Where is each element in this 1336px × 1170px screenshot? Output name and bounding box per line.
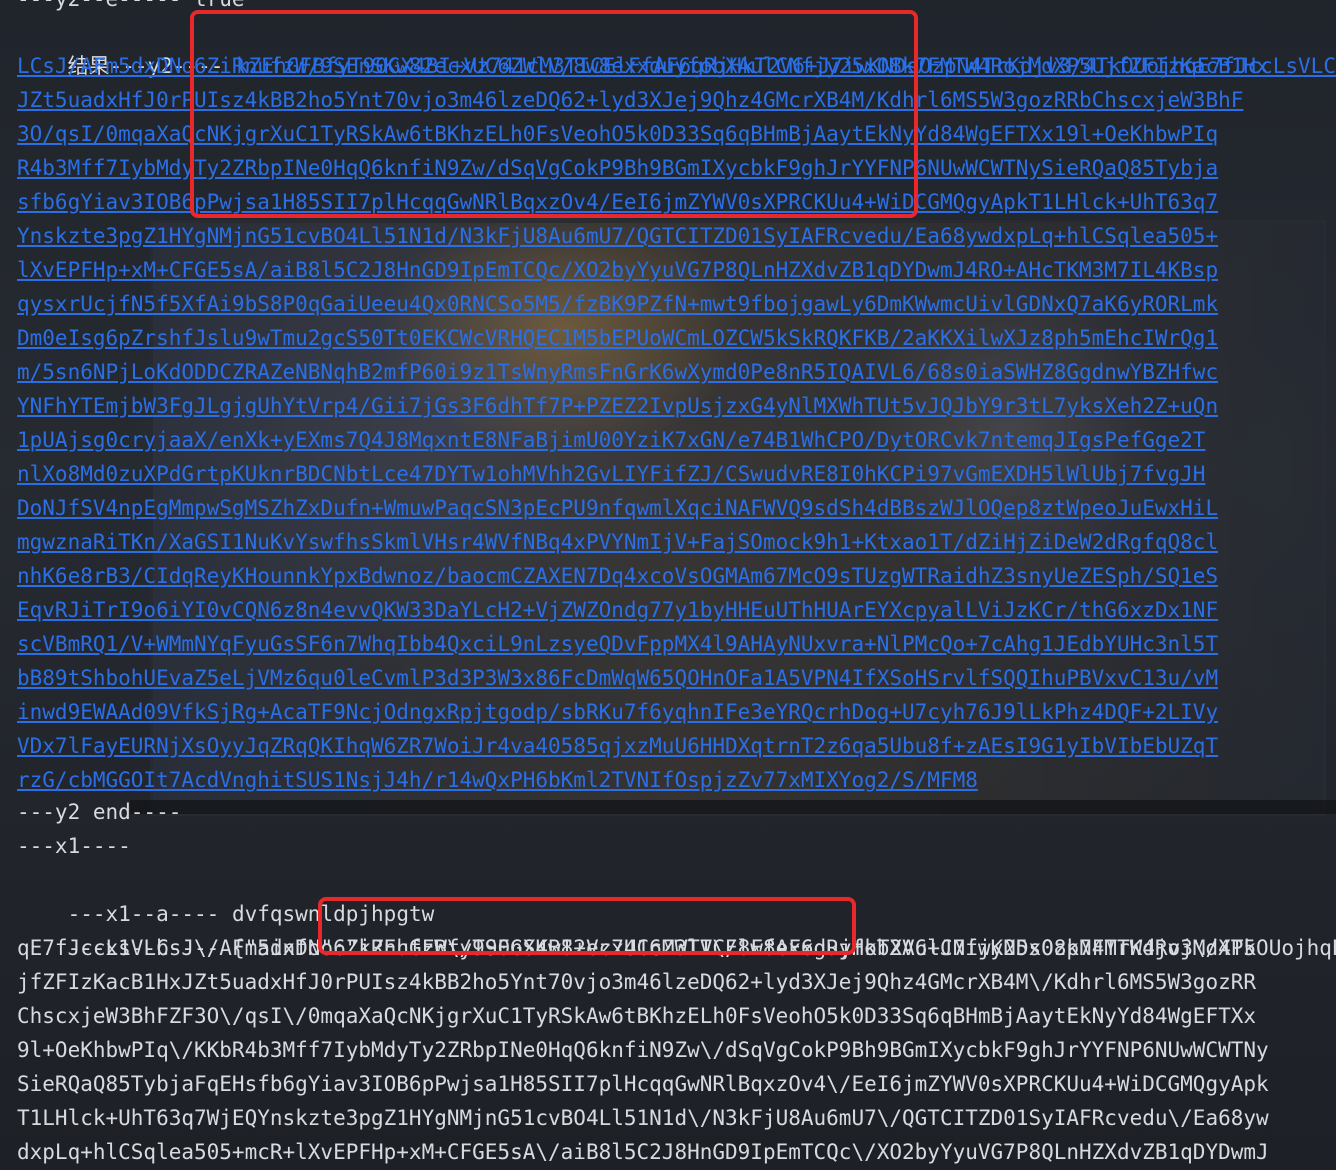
highlight-box-y2 <box>190 10 918 218</box>
terminal-line-y2-end: ---y2 end---- <box>17 800 182 824</box>
y2-link-line[interactable]: YNFhYTEmjbW3FgJLgjgUhYtVrp4/Gii7jGs3F6dh… <box>17 394 1218 418</box>
terminal-line-x1-b-json: T1LHlck+UhT63q7WjEQYnskzte3pgZ1HYgNMjnG5… <box>17 1106 1269 1130</box>
terminal-line-x1-header: ---x1---- <box>17 834 131 858</box>
wallpaper-window-sill <box>130 800 1336 814</box>
terminal-line-y2-link: qysxrUcjfN5f5XfAi9bS8P0qGaiUeeu4Qx0RNCSo… <box>17 287 1218 321</box>
terminal-line-y2-link: mgwznaRiTKn/XaGSI1NuKvYswfhsSkmlVHsr4WVf… <box>17 525 1218 559</box>
terminal-line-y2-link: lXvEPFHp+xM+CFGE5sA/aiB8l5C2J8HnGD9IpEmT… <box>17 253 1218 287</box>
y2-link-line[interactable]: mgwznaRiTKn/XaGSI1NuKvYswfhsSkmlVHsr4WVf… <box>17 530 1218 554</box>
terminal-line-y2-link: nlXo8Md0zuXPdGrtpKUknrBDCNbtLce47DYTw1oh… <box>17 457 1205 491</box>
terminal-line-y2-link: YNFhYTEmjbW3FgJLgjgUhYtVrp4/Gii7jGs3F6dh… <box>17 389 1218 423</box>
y2-link-line[interactable]: rzG/cbMGGOIt7AcdVnghitSUS1NsjJ4h/r14wQxP… <box>17 768 978 792</box>
terminal-line-y2-link: rzG/cbMGGOIt7AcdVnghitSUS1NsjJ4h/r14wQxP… <box>17 763 978 797</box>
y2-link-line[interactable]: lXvEPFHp+xM+CFGE5sA/aiB8l5C2J8HnGD9IpEmT… <box>17 258 1218 282</box>
terminal-line-y2-link: m/5sn6NPjLoKdODDCZRAZeNBNqhB2mfP60i9z1Ts… <box>17 355 1218 389</box>
y2-link-line[interactable]: inwd9EWAAd09VfkSjRg+AcaTF9NcjOdngxRpjtgo… <box>17 700 1218 724</box>
terminal-line-y2-link: inwd9EWAAd09VfkSjRg+AcaTF9NcjOdngxRpjtgo… <box>17 695 1218 729</box>
y2-link-line[interactable]: scVBmRQ1/V+WMmNYqFyuGsSF6n7WhqIbb4QxciL9… <box>17 632 1218 656</box>
y2-link-line[interactable]: Ynskzte3pgZ1HYgNMjnG51cvBO4Ll51N1d/N3kFj… <box>17 224 1218 248</box>
terminal-line-y2-link: 1pUAjsg0cryjaaX/enXk+yEXms7Q4J8MqxntE8NF… <box>17 423 1205 457</box>
terminal-line-y2-link: bB89tShbohUEvaZ5eLjVMz6qu0leCvmlP3d3P3W3… <box>17 661 1218 695</box>
terminal-line-y2-link: scVBmRQ1/V+WMmNYqFyuGsSF6n7WhqIbb4QxciL9… <box>17 627 1218 661</box>
terminal-line-x1-b-json: jfZFIzKacB1HxJZt5uadxHfJ0rPUIsz4kBB2ho5Y… <box>17 970 1257 994</box>
terminal-line-y2-link: EqvRJiTrI9o6iYI0vCQN6z8n4evvQKW33DaYLcH2… <box>17 593 1218 627</box>
y2-link-line[interactable]: 1pUAjsg0cryjaaX/enXk+yEXms7Q4J8MqxntE8NF… <box>17 428 1205 452</box>
y2-link-line[interactable]: bB89tShbohUEvaZ5eLjVMz6qu0leCvmlP3d3P3W3… <box>17 666 1218 690</box>
y2-link-line[interactable]: m/5sn6NPjLoKdODDCZRAZeNBNqhB2mfP60i9z1Ts… <box>17 360 1218 384</box>
y2-link-line[interactable]: qysxrUcjfN5f5XfAi9bS8P0qGaiUeeu4Qx0RNCSo… <box>17 292 1218 316</box>
terminal-line-x1-b-json: SieRQaQ85TybjaFqEHsfb6gYiav3IOB6pPwjsa1H… <box>17 1072 1269 1096</box>
y2-link-line[interactable]: Dm0eIsg6pZrshfJslu9wTmu2gcS50Tt0EKCWcVRH… <box>17 326 1218 350</box>
terminal-line-y2-link: nhK6e8rB3/CIdqReyKHounnkYpxBdwnoz/baocmC… <box>17 559 1218 593</box>
highlight-box-ainfo <box>318 897 856 955</box>
terminal-line-y2-link: Dm0eIsg6pZrshfJslu9wTmu2gcS50Tt0EKCWcVRH… <box>17 321 1218 355</box>
terminal-line-y2-link: Ynskzte3pgZ1HYgNMjnG51cvBO4Ll51N1d/N3kFj… <box>17 219 1218 253</box>
y2-link-line[interactable]: nhK6e8rB3/CIdqReyKHounnkYpxBdwnoz/baocmC… <box>17 564 1218 588</box>
y2-link-line[interactable]: EqvRJiTrI9o6iYI0vCQN6z8n4evvQKW33DaYLcH2… <box>17 598 1218 622</box>
terminal-line-y2-link: VDx7lFayEURNjXsOyyJqZRqQKIhqW6ZR7WoiJr4v… <box>17 729 1218 763</box>
y2-link-line[interactable]: VDx7lFayEURNjXsOyyJqZRqQKIhqW6ZR7WoiJr4v… <box>17 734 1218 758</box>
y2-link-line[interactable]: nlXo8Md0zuXPdGrtpKUknrBDCNbtLce47DYTw1oh… <box>17 462 1205 486</box>
terminal-line-x1-b-json: ChscxjeW3BhFZF3O\/qsI\/0mqaXaQcNKjgrXuC1… <box>17 1004 1257 1028</box>
y2-link-line[interactable]: DoNJfSV4npEgMmpwSgMSZhZxDufn+WmuwPaqcSN3… <box>17 496 1218 520</box>
terminal-line-y2-link: DoNJfSV4npEgMmpwSgMSZhZxDufn+WmuwPaqcSN3… <box>17 491 1218 525</box>
terminal-line-x1-b-json: 9l+OeKhbwPIq\/KKbR4b3Mff7IybMdyTy2ZRbpIN… <box>17 1038 1269 1062</box>
terminal-line-x1-a: ---x1--a---- dvfqswnldpjhpgtw <box>17 863 435 926</box>
terminal-line-x1-b-json: dxpLq+hlCSqlea505+mcR+lXvEPFHp+xM+CFGE5s… <box>17 1140 1269 1164</box>
